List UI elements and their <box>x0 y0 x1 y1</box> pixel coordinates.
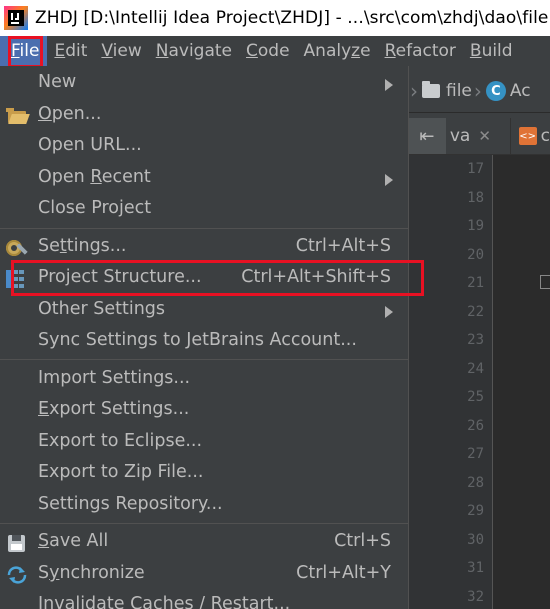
menu-item-label: Settings... <box>38 236 127 256</box>
menu-file[interactable]: File <box>0 36 48 66</box>
breadcrumb-separator-icon: › <box>410 79 418 103</box>
menu-item-label: Export to Eclipse... <box>38 431 203 451</box>
line-number: 20 <box>467 247 484 263</box>
tab-label: va <box>449 126 471 146</box>
menu-item-settings[interactable]: Settings... Ctrl+Alt+S <box>0 232 408 263</box>
submenu-arrow-icon <box>385 306 393 318</box>
menu-item-new[interactable]: New <box>0 68 408 99</box>
folder-icon <box>422 81 440 98</box>
menu-item-import-settings[interactable]: Import Settings... <box>0 364 408 395</box>
breadcrumb-folder[interactable]: file <box>446 81 472 101</box>
line-number: 22 <box>467 304 484 320</box>
menu-item-other-settings[interactable]: Other Settings <box>0 295 408 326</box>
menu-bar: File Edit View Navigate Code Analyze Ref… <box>0 36 550 66</box>
menu-item-sync-settings[interactable]: Sync Settings to JetBrains Account... <box>0 326 408 357</box>
menu-item-label: Other Settings <box>38 299 166 319</box>
close-icon[interactable]: ✕ <box>478 127 491 145</box>
menu-item-project-structure[interactable]: Project Structure... Ctrl+Alt+Shift+S <box>0 263 408 294</box>
menu-code[interactable]: Code <box>239 36 297 66</box>
menu-build[interactable]: Build <box>463 36 520 66</box>
menu-separator <box>0 228 408 229</box>
menu-item-label: Close Project <box>38 198 152 218</box>
tab-label: c <box>540 126 550 146</box>
fold-marker-icon[interactable] <box>540 275 550 289</box>
menu-item-label: Project Structure... <box>38 267 202 287</box>
line-number: 29 <box>467 503 484 519</box>
intellij-app-icon <box>4 6 28 30</box>
line-number: 28 <box>467 475 484 491</box>
menu-item-close-project[interactable]: Close Project <box>0 194 408 225</box>
menu-separator <box>0 523 408 524</box>
window-titlebar: ZHDJ [D:\Intellij Idea Project\ZHDJ] - .… <box>0 0 550 36</box>
breadcrumb-separator-icon: › <box>473 79 482 103</box>
line-number: 25 <box>467 389 484 405</box>
submenu-arrow-icon <box>385 79 393 91</box>
menu-item-label: Open... <box>38 104 102 124</box>
menu-item-settings-repository[interactable]: Settings Repository... <box>0 490 408 521</box>
menu-item-label: Open Recent <box>38 167 151 187</box>
menu-item-export-zip[interactable]: Export to Zip File... <box>0 458 408 489</box>
editor-tab-bar: ⇤ va ✕ <> c <box>408 118 550 155</box>
menu-analyze[interactable]: Analyze <box>297 36 378 66</box>
line-number: 17 <box>467 161 484 177</box>
class-icon: C <box>485 81 506 101</box>
code-editor[interactable] <box>493 155 550 609</box>
menu-item-shortcut: Ctrl+Alt+S <box>295 236 391 256</box>
menu-item-export-settings[interactable]: Export Settings... <box>0 395 408 426</box>
menu-item-label: Export to Zip File... <box>38 462 204 482</box>
menu-item-save-all[interactable]: Save All Ctrl+S <box>0 527 408 558</box>
menu-item-export-eclipse[interactable]: Export to Eclipse... <box>0 427 408 458</box>
menu-item-label: Export Settings... <box>38 399 190 419</box>
save-icon <box>6 534 28 552</box>
line-number: 18 <box>467 190 484 206</box>
menu-item-label: Synchronize <box>38 563 145 583</box>
menu-item-shortcut: Ctrl+S <box>334 531 391 551</box>
submenu-arrow-icon <box>385 174 393 186</box>
line-number: 23 <box>467 332 484 348</box>
menu-item-shortcut: Ctrl+Alt+Y <box>296 563 391 583</box>
menu-item-invalidate-caches[interactable]: Invalidate Caches / Restart... <box>0 590 408 609</box>
menu-item-open-url[interactable]: Open URL... <box>0 131 408 162</box>
menu-item-label: Sync Settings to JetBrains Account... <box>38 330 357 350</box>
settings-icon <box>6 239 28 257</box>
menu-item-open[interactable]: Open... <box>0 100 408 131</box>
synchronize-icon <box>6 566 28 584</box>
menu-item-shortcut: Ctrl+Alt+Shift+S <box>241 267 391 287</box>
open-folder-icon <box>6 107 30 125</box>
menu-item-label: New <box>38 72 77 92</box>
menu-item-label: Invalidate Caches / Restart... <box>38 594 291 609</box>
line-number: 19 <box>467 218 484 234</box>
window-title: ZHDJ [D:\Intellij Idea Project\ZHDJ] - .… <box>35 8 549 28</box>
breadcrumb-class[interactable]: Ac <box>510 81 531 101</box>
menu-item-open-recent[interactable]: Open Recent <box>0 163 408 194</box>
menu-edit[interactable]: Edit <box>47 36 94 66</box>
line-number: 21 <box>467 275 484 291</box>
line-number: 30 <box>467 532 484 548</box>
tab-pin-icon[interactable]: ⇤ <box>408 118 446 154</box>
menu-view[interactable]: View <box>94 36 148 66</box>
editor-tab[interactable]: va ✕ <box>446 118 511 154</box>
menu-navigate[interactable]: Navigate <box>149 36 239 66</box>
java-file-icon: <> <box>518 127 537 145</box>
project-structure-icon <box>6 270 28 288</box>
line-number: 32 <box>467 589 484 605</box>
menu-item-label: Save All <box>38 531 109 551</box>
navigation-breadcrumb: › file › C Ac <box>408 70 550 113</box>
line-number: 27 <box>467 446 484 462</box>
menu-item-label: Settings Repository... <box>38 494 223 514</box>
menu-refactor[interactable]: Refactor <box>378 36 463 66</box>
line-number: 26 <box>467 418 484 434</box>
line-number: 24 <box>467 361 484 377</box>
menu-item-synchronize[interactable]: Synchronize Ctrl+Alt+Y <box>0 559 408 590</box>
menu-separator <box>0 359 408 360</box>
file-menu-dropdown: New Open... Open URL... Open Recent Clos… <box>0 66 409 609</box>
editor-tab[interactable]: <> c <box>511 118 550 154</box>
line-number-gutter: 17 18 19 20 21 22 23 24 25 26 27 28 29 3… <box>408 155 493 609</box>
menu-item-label: Open URL... <box>38 135 142 155</box>
line-number: 31 <box>467 560 484 576</box>
menu-item-label: Import Settings... <box>38 368 191 388</box>
